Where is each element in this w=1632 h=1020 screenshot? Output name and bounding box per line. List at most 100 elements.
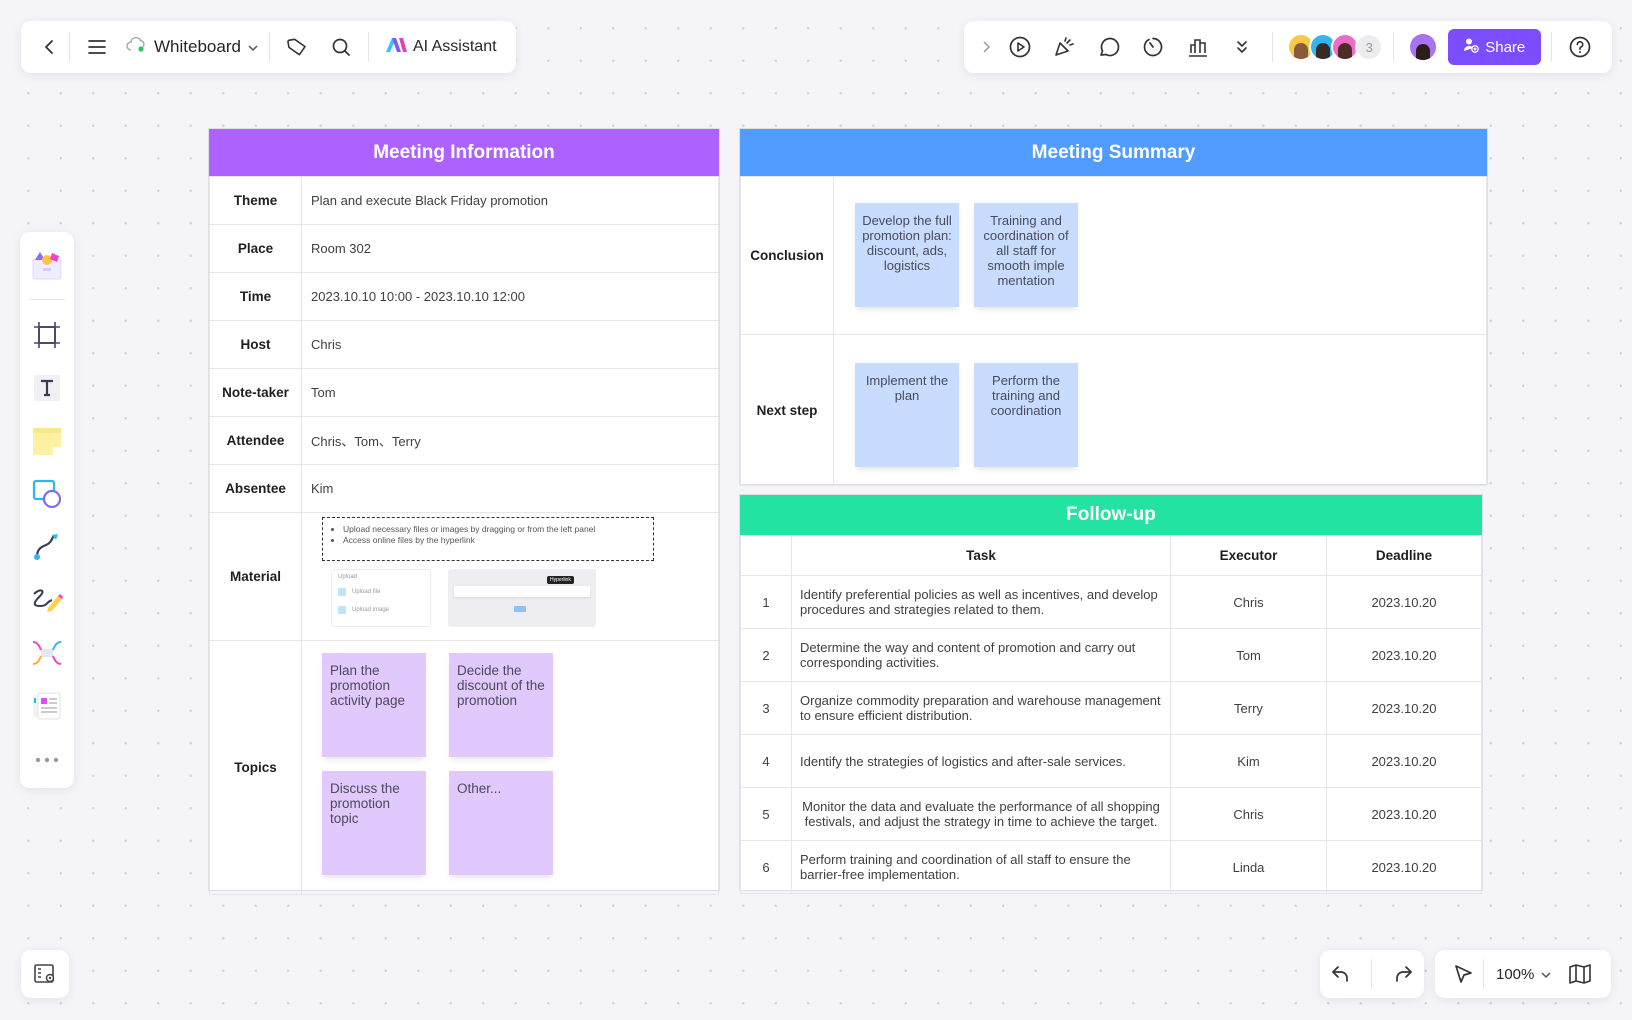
add-user-icon [1463, 37, 1480, 57]
task-cell[interactable]: Organize commodity preparation and wareh… [791, 681, 1171, 735]
executor-cell[interactable]: Chris [1170, 787, 1327, 841]
executor-cell[interactable]: Chris [1170, 575, 1327, 629]
info-row-time: Time 2023.10.10 10:00 - 2023.10.10 12:00 [209, 272, 719, 321]
table-row: 3 Organize commodity preparation and war… [740, 681, 1482, 735]
ai-assistant-button[interactable]: AI Assistant [377, 37, 505, 58]
chevron-down-icon [1540, 966, 1552, 983]
shapes-tool-icon[interactable] [25, 469, 69, 518]
cards-tool-icon[interactable] [25, 682, 69, 731]
deadline-cell[interactable]: 2023.10.20 [1326, 840, 1482, 894]
task-cell[interactable]: Perform training and coordination of all… [791, 840, 1171, 894]
topic-sticky-note[interactable]: Discuss the promotion topic [322, 771, 426, 875]
back-chevron-icon[interactable] [31, 28, 69, 66]
summary-rows: Conclusion Next step [740, 176, 1487, 486]
tool-rail [20, 232, 74, 788]
row-number: 6 [740, 840, 792, 894]
deadline-cell[interactable]: 2023.10.20 [1326, 787, 1482, 841]
executor-cell[interactable]: Linda [1170, 840, 1327, 894]
tag-icon[interactable] [278, 28, 316, 66]
timer-icon[interactable] [1131, 28, 1175, 66]
table-row: 2 Determine the way and content of promo… [740, 628, 1482, 682]
task-cell[interactable]: Determine the way and content of promoti… [791, 628, 1171, 682]
info-row-place: Place Room 302 [209, 224, 719, 273]
more-chevrons-icon[interactable] [1220, 28, 1264, 66]
info-value[interactable]: Chris、Tom、Terry [301, 416, 719, 465]
redo-icon[interactable] [1392, 963, 1414, 985]
task-cell[interactable]: Identify the strategies of logistics and… [791, 734, 1171, 788]
info-value[interactable]: 2023.10.10 10:00 - 2023.10.10 12:00 [301, 272, 719, 321]
hamburger-menu-icon[interactable] [78, 28, 116, 66]
vote-chart-icon[interactable] [1175, 28, 1219, 66]
topic-sticky-note[interactable]: Other... [449, 771, 553, 875]
collaborator-avatars[interactable]: 3 [1273, 33, 1393, 61]
info-label: Note-taker [209, 368, 302, 417]
info-value[interactable]: Plan and execute Black Friday promotion [301, 176, 719, 225]
info-value[interactable]: Tom [301, 368, 719, 417]
document-title-dropdown[interactable]: Whiteboard [116, 36, 269, 58]
table-row: 1 Identify preferential policies as well… [740, 575, 1482, 629]
divider [1393, 32, 1395, 62]
column-header-deadline: Deadline [1326, 535, 1482, 576]
comment-icon[interactable] [1087, 28, 1131, 66]
search-icon[interactable] [322, 28, 360, 66]
material-instructions-box[interactable]: Upload necessary files or images by drag… [322, 517, 654, 561]
cloud-synced-icon [126, 36, 148, 58]
topic-sticky-note[interactable]: Decide the discount of the promotion [449, 653, 553, 757]
upload-panel-title: Upload [338, 574, 358, 580]
upload-panel-preview[interactable]: Upload Upload file Upload image [331, 569, 431, 627]
board-info-icon[interactable] [33, 963, 57, 985]
present-play-icon[interactable] [998, 28, 1042, 66]
more-tools-icon[interactable] [25, 735, 69, 784]
share-button[interactable]: Share [1447, 29, 1541, 65]
top-left-toolbar: Whiteboard AI Assistant [21, 21, 516, 73]
row-number: 5 [740, 787, 792, 841]
task-cell[interactable]: Monitor the data and evaluate the perfor… [791, 787, 1171, 841]
meeting-summary-table: Meeting Summary Conclusion Next step [739, 128, 1488, 486]
next-step-sticky-note[interactable]: Perform the training and coordination [974, 363, 1078, 467]
expand-chevron-icon[interactable] [974, 28, 998, 66]
mind-map-tool-icon[interactable] [25, 629, 69, 678]
info-value[interactable]: Chris [301, 320, 719, 369]
conclusion-sticky-note[interactable]: Training and coordination of all staff f… [974, 203, 1078, 307]
info-value[interactable]: Kim [301, 464, 719, 513]
current-user-avatar[interactable] [1408, 32, 1438, 62]
info-row-note-taker: Note-taker Tom [209, 368, 719, 417]
frame-tool-icon[interactable] [25, 310, 69, 359]
executor-cell[interactable]: Tom [1170, 628, 1327, 682]
executor-cell[interactable]: Terry [1170, 681, 1327, 735]
chevron-down-icon [247, 37, 259, 57]
divider [1371, 959, 1373, 989]
info-label: Absentee [209, 464, 302, 513]
pen-tool-icon[interactable] [25, 576, 69, 625]
undo-icon[interactable] [1330, 963, 1352, 985]
sticky-note-tool-icon[interactable] [25, 416, 69, 465]
hyperlink-toolbar-preview[interactable]: Hyperlink [448, 569, 596, 627]
deadline-cell[interactable]: 2023.10.20 [1326, 734, 1482, 788]
follow-up-grid: Task Executor Deadline 1 Identify prefer… [740, 535, 1482, 894]
selected-text-highlight [514, 606, 526, 612]
collaborator-count-badge[interactable]: 3 [1355, 33, 1384, 61]
divider [29, 299, 65, 301]
deadline-cell[interactable]: 2023.10.20 [1326, 628, 1482, 682]
next-step-sticky-note[interactable]: Implement the plan [855, 363, 959, 467]
celebrate-icon[interactable] [1042, 28, 1086, 66]
text-tool-icon[interactable] [25, 363, 69, 412]
info-label: Material [209, 512, 302, 641]
task-cell[interactable]: Identify preferential policies as well a… [791, 575, 1171, 629]
select-pointer-icon[interactable] [1443, 955, 1483, 993]
info-label: Topics [209, 640, 302, 895]
minimap-icon[interactable] [1564, 955, 1596, 993]
topic-sticky-note[interactable]: Plan the promotion activity page [322, 653, 426, 757]
deadline-cell[interactable]: 2023.10.20 [1326, 575, 1482, 629]
meeting-summary-title: Meeting Summary [740, 129, 1487, 176]
zoom-level-dropdown[interactable]: 100% [1484, 966, 1564, 983]
help-icon[interactable] [1558, 28, 1602, 66]
conclusion-sticky-note[interactable]: Develop the full promotion plan: discoun… [855, 203, 959, 307]
executor-cell[interactable]: Kim [1170, 734, 1327, 788]
info-row-absentee: Absentee Kim [209, 464, 719, 513]
info-value[interactable]: Room 302 [301, 224, 719, 273]
templates-tool-icon[interactable] [25, 240, 69, 289]
deadline-cell[interactable]: 2023.10.20 [1326, 681, 1482, 735]
connector-tool-icon[interactable] [25, 523, 69, 572]
material-bullet: Access online files by the hyperlink [343, 535, 647, 546]
